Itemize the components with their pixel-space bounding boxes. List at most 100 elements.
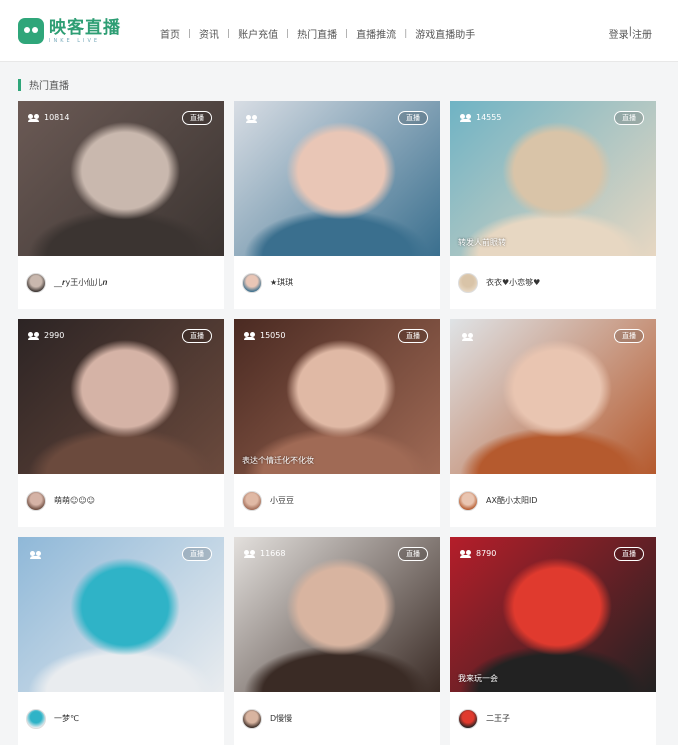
viewer-count: 11668 xyxy=(244,549,285,558)
login-link[interactable]: 登录 xyxy=(609,26,629,41)
stream-caption: 表达个情迁化不化妆 xyxy=(242,456,314,465)
nav-separator: | xyxy=(404,28,408,39)
live-card[interactable]: 15050 直播表达个情迁化不化妆小豆豆 xyxy=(234,319,440,527)
live-card[interactable]: 直播一梦℃ xyxy=(18,537,224,745)
stream-thumbnail[interactable]: 直播 xyxy=(18,537,224,692)
streamer-name[interactable]: 萌萌☺☺☺ xyxy=(54,495,95,506)
avatar[interactable] xyxy=(26,708,46,729)
streamer-info: AX酷小太阳ID xyxy=(450,474,656,527)
viewers-icon xyxy=(462,333,474,341)
avatar[interactable] xyxy=(242,708,262,729)
nav-separator: | xyxy=(188,28,192,39)
avatar[interactable] xyxy=(242,272,262,293)
nav-separator: | xyxy=(345,28,349,39)
viewer-count: 2990 xyxy=(28,331,64,340)
live-card[interactable]: 2990 直播萌萌☺☺☺ xyxy=(18,319,224,527)
stream-thumbnail[interactable]: 14555 直播转发人前眼转 xyxy=(450,101,656,256)
streamer-name[interactable]: ★琪琪 xyxy=(270,277,293,288)
streamer-name[interactable]: AX酷小太阳ID xyxy=(486,495,537,506)
live-card[interactable]: 8790 直播我来玩一会二王子 xyxy=(450,537,656,745)
section-title: 热门直播 xyxy=(29,81,69,92)
stream-thumbnail[interactable]: 11668 直播 xyxy=(234,537,440,692)
section-accent-bar xyxy=(18,78,21,91)
live-badge: 直播 xyxy=(398,111,428,125)
site-logo[interactable]: 映客直播 INKE LIVE xyxy=(18,18,121,44)
streamer-info: ★琪琪 xyxy=(234,256,440,309)
avatar[interactable] xyxy=(458,708,478,729)
viewer-count-text: 15050 xyxy=(260,331,286,340)
live-badge: 直播 xyxy=(182,111,212,125)
avatar[interactable] xyxy=(26,272,46,293)
streamer-info: 小豆豆 xyxy=(234,474,440,527)
streamer-name[interactable]: 二王子 xyxy=(486,713,510,724)
avatar[interactable] xyxy=(458,272,478,293)
nav-separator: | xyxy=(286,28,290,39)
viewer-count: 10814 xyxy=(28,113,69,122)
nav-separator: | xyxy=(227,28,231,39)
live-badge: 直播 xyxy=(614,329,644,343)
stream-caption: 我来玩一会 xyxy=(458,674,498,683)
viewers-icon xyxy=(246,115,258,123)
logo-title: 映客直播 xyxy=(49,17,121,38)
streamer-info: 一梦℃ xyxy=(18,692,224,745)
nav-hot-live[interactable]: 热门直播 xyxy=(297,26,337,41)
nav-push-stream[interactable]: 直播推流 xyxy=(356,26,396,41)
live-card[interactable]: 14555 直播转发人前眼转衣衣♥小恋够♥ xyxy=(450,101,656,309)
viewer-count: 8790 xyxy=(460,549,496,558)
live-card[interactable]: 直播 ★琪琪 xyxy=(234,101,440,309)
streamer-info: D慢慢 xyxy=(234,692,440,745)
viewers-icon xyxy=(30,551,42,559)
stream-thumbnail[interactable]: 8790 直播我来玩一会 xyxy=(450,537,656,692)
nav-game-assistant[interactable]: 游戏直播助手 xyxy=(415,26,475,41)
streamer-name[interactable]: 小豆豆 xyxy=(270,495,294,506)
nav-news[interactable]: 资讯 xyxy=(199,26,219,41)
nav-recharge[interactable]: 账户充值 xyxy=(238,26,278,41)
viewer-count-text: 8790 xyxy=(476,549,497,558)
avatar[interactable] xyxy=(26,490,46,511)
live-card[interactable]: 10814 直播 __𝒓y王小仙儿𝒏 xyxy=(18,101,224,309)
stream-thumbnail[interactable]: 2990 直播 xyxy=(18,319,224,474)
live-card[interactable]: 11668 直播 D慢慢 xyxy=(234,537,440,745)
live-stream-grid: 10814 直播 __𝒓y王小仙儿𝒏 直播 ★琪琪 14555 直播 转发人前眼转 衣衣♥小恋够… xyxy=(18,101,656,745)
live-badge: 直播 xyxy=(614,547,644,561)
section-header: 热门直播 xyxy=(18,77,69,92)
viewer-count-text: 2990 xyxy=(44,331,65,340)
streamer-info: 萌萌☺☺☺ xyxy=(18,474,224,527)
stream-caption: 转发人前眼转 xyxy=(458,238,506,247)
viewers-icon xyxy=(28,331,40,340)
streamer-name[interactable]: __𝒓y王小仙儿𝒏 xyxy=(54,277,107,288)
viewers-icon xyxy=(244,331,256,340)
viewer-count-text: 14555 xyxy=(476,113,502,122)
viewers-icon xyxy=(244,549,256,558)
stream-thumbnail[interactable]: 直播 xyxy=(234,101,440,256)
stream-thumbnail[interactable]: 10814 直播 xyxy=(18,101,224,256)
stream-thumbnail[interactable]: 15050 直播表达个情迁化不化妆 xyxy=(234,319,440,474)
live-badge: 直播 xyxy=(398,329,428,343)
streamer-info: 衣衣♥小恋够♥ xyxy=(450,256,656,309)
viewer-count-text: 11668 xyxy=(260,549,286,558)
viewer-count: 15050 xyxy=(244,331,285,340)
avatar[interactable] xyxy=(242,490,262,511)
streamer-name[interactable]: 衣衣♥小恋够♥ xyxy=(486,277,540,288)
logo-subtitle: INKE LIVE xyxy=(49,37,101,44)
streamer-info: __𝒓y王小仙儿𝒏 xyxy=(18,256,224,309)
live-badge: 直播 xyxy=(182,329,212,343)
viewers-icon xyxy=(460,113,472,122)
streamer-name[interactable]: D慢慢 xyxy=(270,713,292,724)
viewers-icon xyxy=(460,549,472,558)
auth-links: 登录 | 注册 xyxy=(609,26,652,41)
register-link[interactable]: 注册 xyxy=(632,26,652,41)
logo-icon xyxy=(18,18,44,44)
viewer-count-text: 10814 xyxy=(44,113,70,122)
live-badge: 直播 xyxy=(398,547,428,561)
avatar[interactable] xyxy=(458,490,478,511)
streamer-name[interactable]: 一梦℃ xyxy=(54,713,79,724)
viewers-icon xyxy=(28,113,40,122)
main-nav: 首页 | 资讯 | 账户充值 | 热门直播 | 直播推流 | 游戏直播助手 xyxy=(160,26,475,42)
live-badge: 直播 xyxy=(182,547,212,561)
live-badge: 直播 xyxy=(614,111,644,125)
stream-thumbnail[interactable]: 直播 xyxy=(450,319,656,474)
live-card[interactable]: 直播 AX酷小太阳ID xyxy=(450,319,656,527)
viewer-count: 14555 xyxy=(460,113,501,122)
nav-home[interactable]: 首页 xyxy=(160,26,180,41)
